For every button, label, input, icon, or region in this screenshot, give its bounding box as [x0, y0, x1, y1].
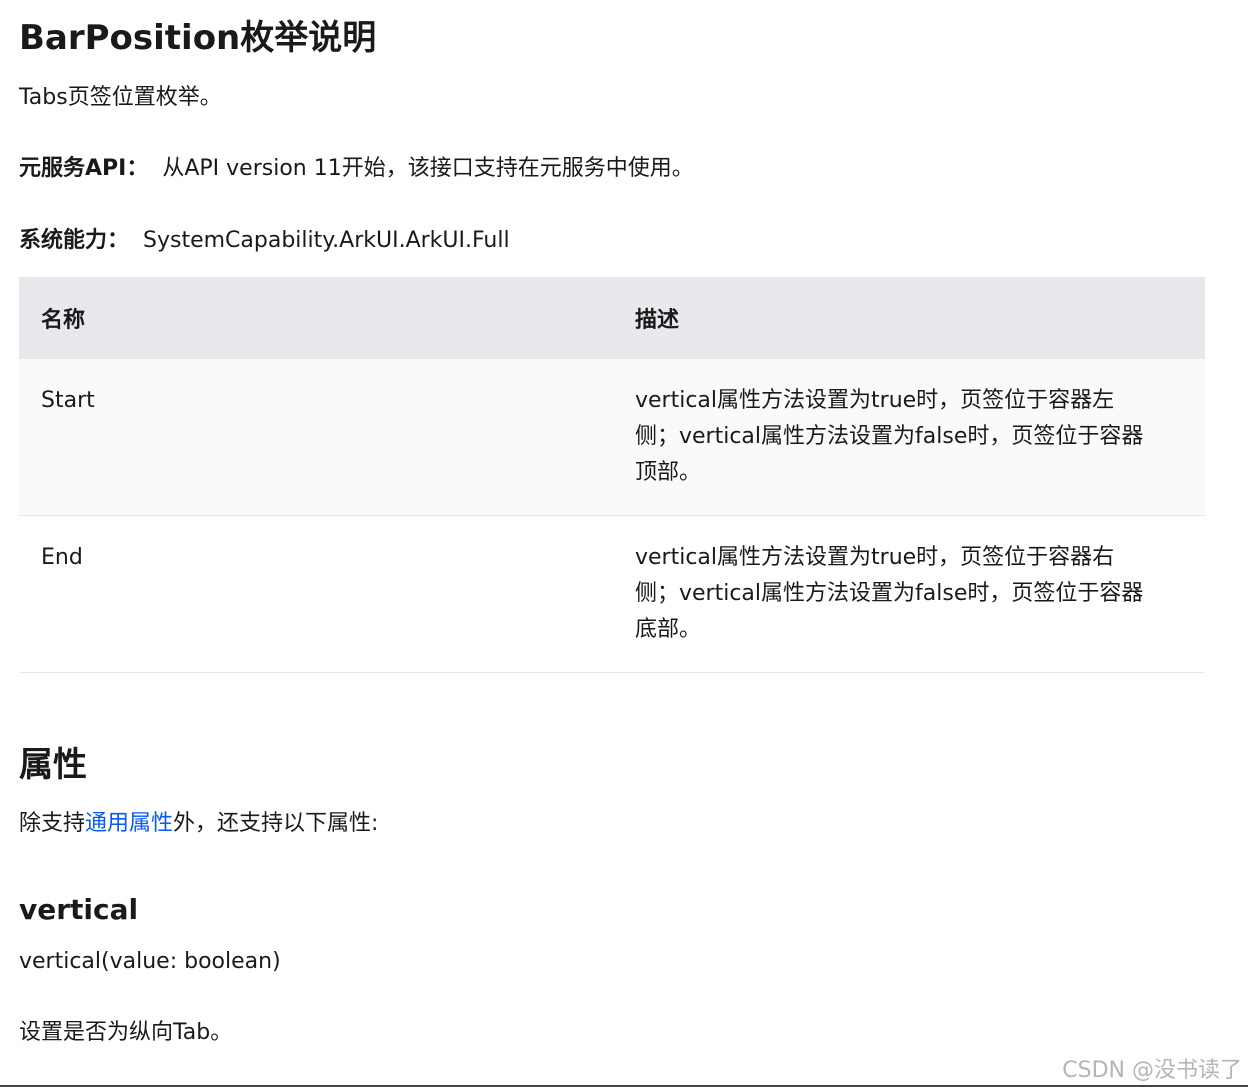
description-line: 侧；vertical属性方法设置为false时，页签位于容器	[635, 581, 1144, 606]
vertical-title: vertical	[19, 893, 139, 926]
description-line: 底部。	[635, 617, 702, 642]
vertical-signature: vertical(value: boolean)	[19, 949, 281, 974]
attributes-intro-before: 除支持	[19, 811, 86, 836]
enum-title: BarPosition枚举说明	[19, 18, 377, 58]
description-line: vertical属性方法设置为true时，页签位于容器右	[635, 545, 1115, 570]
description-line: 顶部。	[635, 460, 702, 485]
row-description: vertical属性方法设置为true时，页签位于容器右 侧；vertical属…	[613, 515, 1205, 673]
syscap-text: SystemCapability.ArkUI.ArkUI.Full	[143, 228, 510, 253]
syscap-note: 系统能力： SystemCapability.ArkUI.ArkUI.Full	[19, 226, 510, 256]
atomic-service-note: 元服务API： 从API version 11开始，该接口支持在元服务中使用。	[19, 154, 694, 184]
description-line: 侧；vertical属性方法设置为false时，页签位于容器	[635, 424, 1144, 449]
row-name: Start	[19, 359, 613, 516]
table-row: End vertical属性方法设置为true时，页签位于容器右 侧；verti…	[19, 515, 1205, 673]
vertical-description: 设置是否为纵向Tab。	[19, 1020, 233, 1045]
attributes-intro-after: 外，还支持以下属性:	[173, 811, 379, 836]
atomic-service-text: 从API version 11开始，该接口支持在元服务中使用。	[162, 156, 694, 181]
description-line: vertical属性方法设置为true时，页签位于容器左	[635, 388, 1115, 413]
table-row: Start vertical属性方法设置为true时，页签位于容器左 侧；ver…	[19, 359, 1205, 516]
header-name: 名称	[19, 277, 613, 359]
enum-table: 名称 描述 Start vertical属性方法设置为true时，页签位于容器左…	[19, 277, 1205, 673]
attributes-title: 属性	[19, 745, 87, 785]
header-description: 描述	[613, 277, 1205, 359]
attributes-intro: 除支持通用属性外，还支持以下属性:	[19, 809, 378, 839]
common-attributes-link[interactable]: 通用属性	[85, 811, 173, 836]
row-name: End	[19, 515, 613, 673]
csdn-watermark: CSDN @没书读了	[1062, 1058, 1242, 1083]
atomic-service-label: 元服务API：	[19, 156, 149, 181]
enum-intro: Tabs页签位置枚举。	[19, 85, 222, 110]
table-header-row: 名称 描述	[19, 277, 1205, 359]
row-description: vertical属性方法设置为true时，页签位于容器左 侧；vertical属…	[613, 359, 1205, 516]
syscap-label: 系统能力：	[19, 228, 130, 253]
